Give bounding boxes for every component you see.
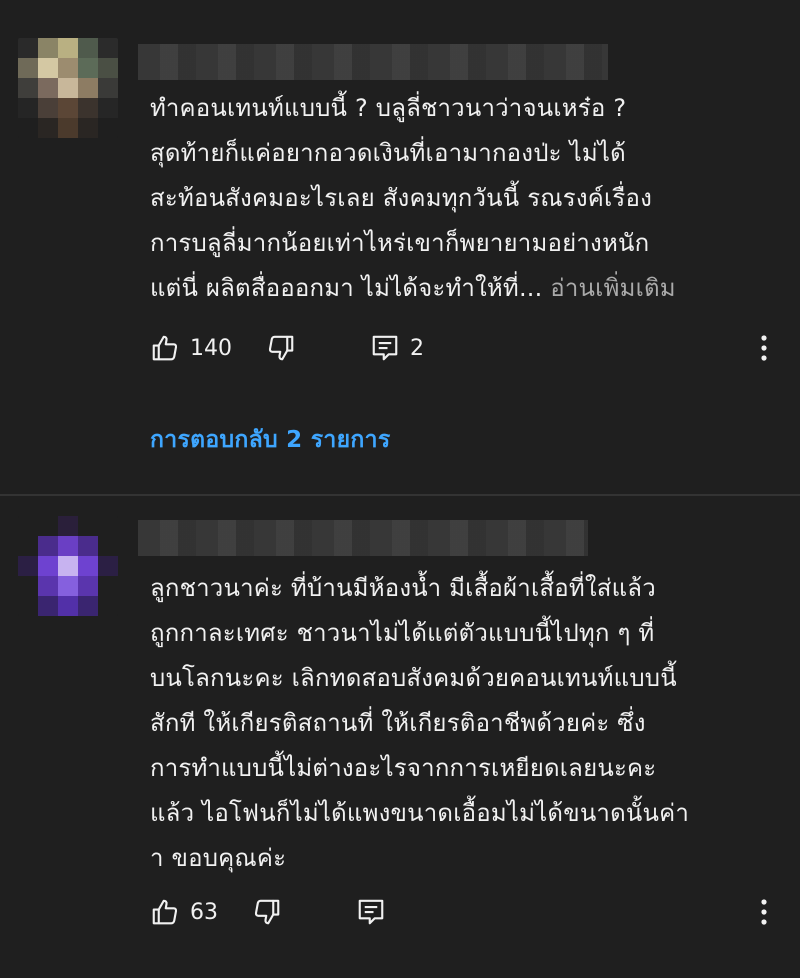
view-replies-link[interactable]: การตอบกลับ 2 รายการ	[150, 422, 391, 458]
reply-button[interactable]: 2	[370, 333, 424, 363]
reply-count: 2	[410, 335, 424, 361]
comment-actions: 63	[150, 892, 776, 932]
thumbs-up-icon	[152, 899, 178, 925]
read-more-link[interactable]: อ่านเพิ่มเติม	[550, 274, 676, 302]
like-count: 140	[190, 335, 232, 361]
author-name-blurred[interactable]	[138, 44, 608, 80]
like-button[interactable]: 140	[150, 333, 232, 363]
comment-body: ลูกชาวนาค่ะ ที่บ้านมีห้องน้ำ มีเสื้อผ้าเ…	[150, 574, 690, 872]
comment-text: ลูกชาวนาค่ะ ที่บ้านมีห้องน้ำ มีเสื้อผ้าเ…	[150, 566, 760, 881]
more-vert-icon	[761, 899, 767, 925]
thumbs-down-icon	[268, 335, 294, 361]
reply-button[interactable]	[356, 897, 386, 927]
avatar[interactable]	[18, 516, 118, 616]
comment-menu-button[interactable]	[752, 899, 776, 925]
dislike-button[interactable]	[266, 333, 296, 363]
like-button[interactable]: 63	[150, 897, 218, 927]
comment-actions: 140 2	[150, 328, 776, 368]
avatar[interactable]	[18, 38, 118, 138]
thumbs-down-icon	[254, 899, 280, 925]
dislike-button[interactable]	[252, 897, 282, 927]
comment-text: ทำคอนเทนท์แบบนี้ ? บลูลี่ชาวนาว่าจนเหร๋อ…	[150, 86, 760, 311]
comment-1: ทำคอนเทนท์แบบนี้ ? บลูลี่ชาวนาว่าจนเหร๋อ…	[0, 0, 800, 494]
author-name-blurred[interactable]	[138, 520, 588, 556]
like-count: 63	[190, 899, 218, 925]
comment-2: ลูกชาวนาค่ะ ที่บ้านมีห้องน้ำ มีเสื้อผ้าเ…	[0, 496, 800, 978]
reply-icon	[372, 335, 398, 361]
more-vert-icon	[761, 335, 767, 361]
comment-menu-button[interactable]	[752, 335, 776, 361]
reply-icon	[358, 899, 384, 925]
thumbs-up-icon	[152, 335, 178, 361]
comment-body: ทำคอนเทนท์แบบนี้ ? บลูลี่ชาวนาว่าจนเหร๋อ…	[150, 94, 653, 302]
comments-feed: ทำคอนเทนท์แบบนี้ ? บลูลี่ชาวนาว่าจนเหร๋อ…	[0, 0, 800, 978]
